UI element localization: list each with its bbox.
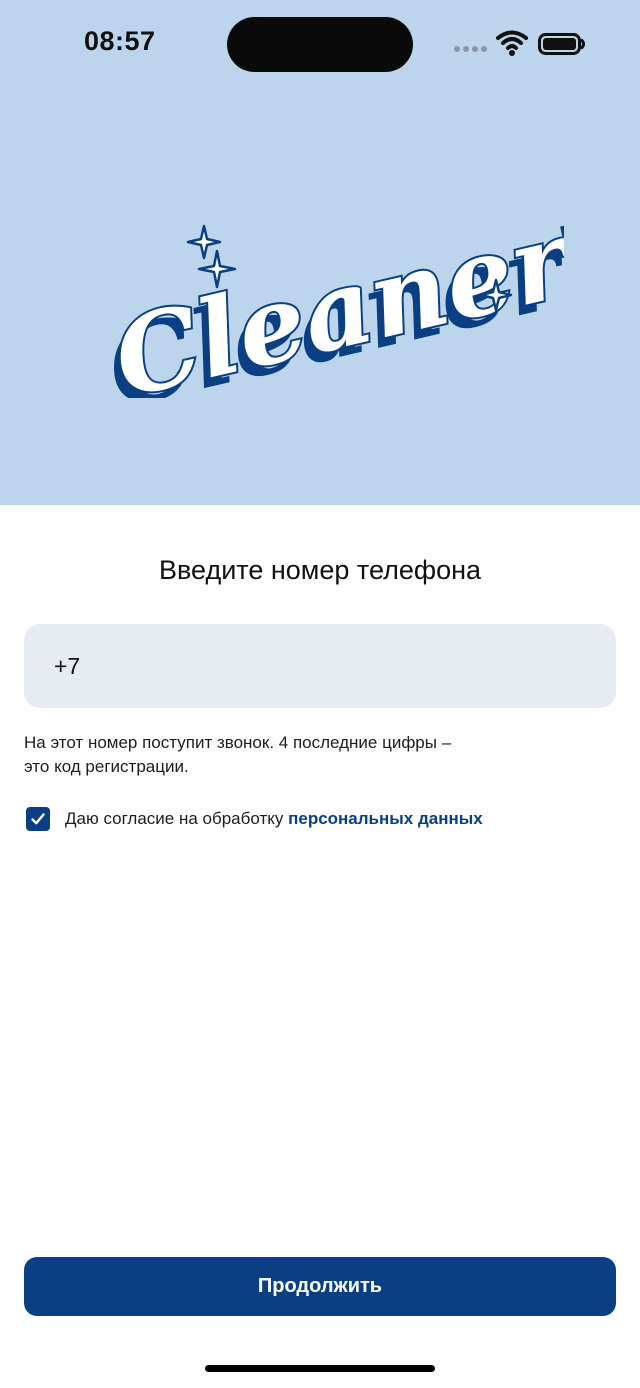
consent-label: Даю согласие на обработку персональных д…	[65, 809, 483, 829]
login-form: Введите номер телефона +7 На этот номер …	[0, 505, 640, 1388]
wifi-icon	[496, 30, 528, 56]
consent-prefix: Даю согласие на обработку	[65, 809, 289, 828]
cleaners-logo: Cleaner's Cleaner's	[96, 208, 564, 398]
status-time: 08:57	[84, 26, 156, 56]
dynamic-island	[227, 17, 413, 72]
call-code-hint: На этот номер поступит звонок. 4 последн…	[24, 731, 524, 779]
home-indicator[interactable]	[205, 1365, 435, 1372]
continue-button[interactable]: Продолжить	[24, 1257, 616, 1316]
page-title: Введите номер телефона	[158, 555, 482, 585]
consent-checkbox[interactable]	[26, 807, 50, 831]
phone-input-value: +7	[54, 652, 81, 679]
status-bar: 08:57	[0, 0, 640, 90]
sparkle-icon	[186, 224, 222, 260]
hint-line-1: На этот номер поступит звонок. 4 последн…	[24, 733, 452, 752]
signal-dots-icon	[454, 46, 488, 54]
battery-icon	[538, 33, 585, 55]
hint-line-2: это код регистрации.	[24, 757, 189, 776]
brand-header: 08:57 Cleaner's Cleaner's	[0, 0, 640, 505]
checkmark-icon	[31, 813, 45, 825]
phone-login-screen: 08:57 Cleaner's Cleaner's Введите номер …	[0, 0, 640, 1388]
personal-data-link[interactable]: персональных данных	[288, 809, 483, 828]
consent-row: Даю согласие на обработку персональных д…	[26, 807, 483, 831]
phone-input[interactable]: +7	[24, 624, 616, 708]
